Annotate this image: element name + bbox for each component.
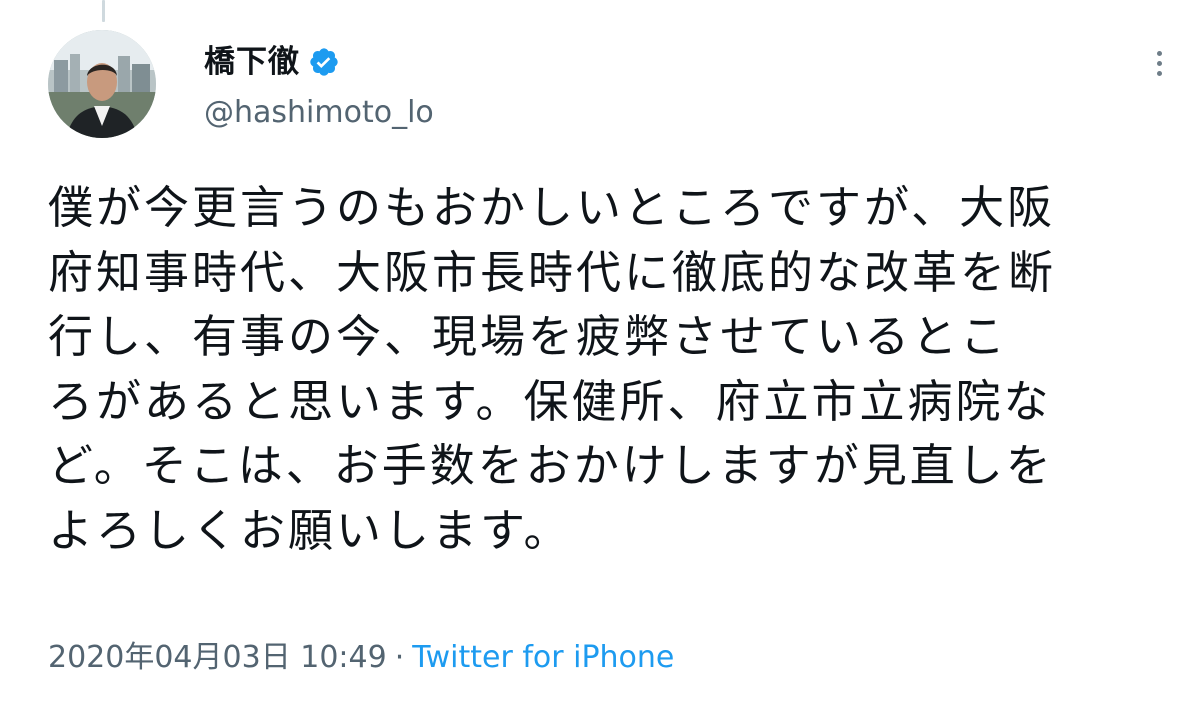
avatar-photo (48, 30, 156, 138)
tweet-text-line: 府知事時代、大阪市長時代に徹底的な改革を断 (48, 245, 1057, 299)
tweet-text: 僕が今更言うのもおかしいところですが、大阪 府知事時代、大阪市長時代に徹底的な改… (48, 176, 1160, 563)
tweet-text-line: 僕が今更言うのもおかしいところですが、大阪 (48, 181, 1056, 234)
verified-badge-icon (308, 46, 340, 78)
tweet-timestamp[interactable]: 2020年04月03日 10:49 (48, 640, 387, 675)
author-name-row[interactable]: 橋下徹 (204, 38, 340, 86)
more-options-icon[interactable] (1146, 46, 1172, 80)
tweet-text-line: 行し、有事の今、現場を疲弊させているとこ (48, 310, 1009, 363)
tweet-meta: 2020年04月03日 10:49 · Twitter for iPhone (48, 636, 674, 680)
author-display-name[interactable]: 橋下徹 (204, 38, 300, 86)
more-dot (1156, 50, 1162, 56)
tweet-source-link[interactable]: Twitter for iPhone (412, 640, 674, 675)
more-dot (1156, 60, 1162, 66)
meta-separator: · (394, 640, 405, 675)
tweet-text-line: ど。そこは、お手数をおかけしますが見直しを (48, 439, 1054, 492)
tweet-text-line: ろがあると思います。保健所、府立市立病院な (48, 374, 1052, 428)
author-handle[interactable]: @hashimoto_lo (204, 92, 434, 134)
avatar[interactable] (48, 30, 156, 138)
thread-connector-line (102, 0, 105, 22)
tweet-text-line: よろしくお願いします。 (48, 503, 572, 557)
more-dot (1156, 70, 1162, 76)
